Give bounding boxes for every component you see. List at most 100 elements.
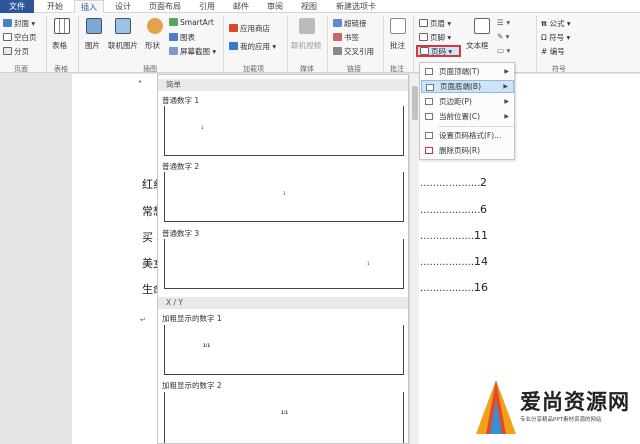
hyperlink-button[interactable]: 超链接: [333, 18, 367, 29]
thumb-page-number: 1: [283, 191, 286, 196]
submenu-arrow-icon: ▶: [503, 83, 508, 90]
cover-button[interactable]: 封面 ▾: [3, 18, 35, 29]
my-apps-button[interactable]: 我的应用 ▾: [229, 41, 276, 52]
page-break-icon: [3, 47, 12, 55]
table-button[interactable]: 表格: [52, 40, 67, 51]
shapes-button[interactable]: 形状: [145, 40, 160, 51]
menu-item-page-bottom[interactable]: 页面底端(B) ▶: [421, 80, 514, 93]
thumb-page-number: 1: [367, 261, 370, 266]
cross-reference-button[interactable]: 交叉引用: [333, 46, 374, 57]
footer-button[interactable]: 页脚 ▾: [419, 32, 451, 43]
menu-item-remove-page-numbers[interactable]: 删除页码(R): [421, 144, 514, 157]
gallery-item-plain-number-1[interactable]: 1: [164, 106, 404, 156]
online-picture-icon: [115, 18, 131, 34]
gallery-item-label: 加粗显示的数字 1: [162, 314, 222, 323]
app-store-button[interactable]: 应用商店: [229, 23, 270, 34]
toc-entry-page[interactable]: 11: [474, 229, 488, 242]
store-icon: [229, 24, 238, 32]
tab-new[interactable]: 新建选项卡: [330, 0, 382, 13]
gallery-item-bold-number-1[interactable]: 1/1: [164, 325, 404, 375]
gallery-section-xy: X / Y: [158, 297, 408, 309]
gallery-section-simple: 简单: [158, 79, 408, 91]
tab-home[interactable]: 开始: [40, 0, 70, 13]
submenu-arrow-icon: ▶: [504, 98, 509, 105]
page-number-menu: 页面顶端(T) ▶ 页面底端(B) ▶ 页边距(P) ▶ 当前位置(C) ▶ 设置页码格…: [419, 62, 515, 160]
thumb-page-number: 1: [201, 125, 204, 130]
tab-mailings[interactable]: 邮件: [226, 0, 256, 13]
bookmark-button[interactable]: 书签: [333, 32, 359, 43]
thumb-page-number: 1/1: [203, 343, 211, 348]
gallery-item-label: 普通数字 2: [162, 162, 200, 171]
comment-button[interactable]: 批注: [390, 40, 405, 51]
gallery-item-label: 普通数字 3: [162, 229, 200, 238]
pi-icon: π: [541, 19, 550, 28]
text-tool-icon[interactable]: ☰ ▾: [497, 18, 510, 27]
link-icon: [333, 19, 342, 27]
tab-file[interactable]: 文件: [0, 0, 34, 13]
group-label-comments: 批注: [390, 65, 404, 73]
online-video-button[interactable]: 联机视频: [291, 40, 321, 51]
gallery-scrollbar[interactable]: [409, 74, 419, 444]
gallery-item-plain-number-3[interactable]: 1: [164, 239, 404, 289]
toc-leader: ..................: [420, 231, 478, 242]
object-icon[interactable]: ▭ ▾: [497, 46, 510, 55]
picture-button[interactable]: 图片: [85, 40, 100, 51]
menu-item-page-margin[interactable]: 页边距(P) ▶: [421, 95, 514, 108]
group-label-links: 链接: [347, 65, 361, 73]
bookmark-icon: [333, 33, 342, 41]
thumb-page-number: 1/1: [281, 410, 289, 415]
toc-leader: ...................: [420, 205, 481, 216]
smartart-button[interactable]: SmartArt: [169, 18, 214, 27]
toc-leader: ..................: [420, 257, 478, 268]
quick-parts-icon[interactable]: ✎ ▾: [497, 32, 509, 41]
scrollbar-thumb[interactable]: [412, 86, 418, 120]
tab-layout[interactable]: 页面布局: [142, 0, 188, 13]
menu-item-format-page-numbers[interactable]: 设置页码格式(F)...: [421, 129, 514, 142]
page-number-button[interactable]: 页码 ▾: [420, 46, 452, 57]
tab-references[interactable]: 引用: [192, 0, 222, 13]
paragraph-mark: ↵: [140, 316, 146, 324]
screenshot-button[interactable]: 屏幕截图 ▾: [169, 46, 216, 57]
online-picture-button[interactable]: 联机图片: [108, 40, 138, 51]
equation-button[interactable]: π 公式 ▾: [541, 18, 571, 29]
group-separator: [413, 16, 414, 72]
page-break-button[interactable]: 分页: [3, 46, 29, 57]
blank-page-button[interactable]: 空白页: [3, 32, 37, 43]
paragraph-mark: •: [138, 78, 143, 86]
tab-review[interactable]: 审阅: [260, 0, 290, 13]
tab-insert[interactable]: 插入: [74, 0, 104, 14]
toc-entry-page[interactable]: 6: [480, 203, 487, 216]
group-separator: [287, 16, 288, 72]
group-separator: [223, 16, 224, 72]
page-margin-icon: [425, 98, 433, 105]
symbol-button[interactable]: Ω 符号 ▾: [541, 32, 570, 43]
group-separator: [327, 16, 328, 72]
gallery-item-bold-number-2[interactable]: 1/1: [164, 392, 404, 443]
logo-title: 爱尚资源网: [520, 389, 630, 414]
textbox-button[interactable]: 文本框: [466, 40, 489, 51]
numbering-button[interactable]: # 编号: [541, 46, 565, 57]
toc-entry-page[interactable]: 2: [480, 176, 487, 189]
toc-entry-page[interactable]: 14: [474, 255, 488, 268]
comment-icon: [390, 18, 406, 34]
toc-leader: ..................: [420, 283, 478, 294]
header-icon: [419, 19, 428, 27]
chart-button[interactable]: 图表: [169, 32, 195, 43]
tab-design[interactable]: 设计: [108, 0, 138, 13]
submenu-arrow-icon: ▶: [504, 68, 509, 75]
page-number-gallery[interactable]: 简单 普通数字 1 1 普通数字 2 1 普通数字 3 1 X / Y 加粗显示…: [157, 74, 409, 444]
menu-item-page-top[interactable]: 页面顶端(T) ▶: [421, 65, 514, 78]
toc-leader: ...................: [420, 178, 481, 189]
ribbon: 封面 ▾ 空白页 分页 页面 表格 表格 图片 联机图片 形状 SmartArt…: [0, 13, 640, 73]
online-video-icon: [299, 18, 315, 34]
picture-icon: [86, 18, 102, 34]
blank-page-icon: [3, 33, 12, 41]
header-button[interactable]: 页眉 ▾: [419, 18, 451, 29]
gallery-item-plain-number-2[interactable]: 1: [164, 172, 404, 222]
tab-view[interactable]: 视图: [294, 0, 324, 13]
numbering-icon: #: [541, 47, 548, 56]
menu-item-current-position[interactable]: 当前位置(C) ▶: [421, 110, 514, 123]
logo-subtitle: 专业分享精品PPT素材资源的网站: [520, 417, 602, 423]
toc-entry-page[interactable]: 16: [474, 281, 488, 294]
menu-separator: [438, 126, 514, 127]
